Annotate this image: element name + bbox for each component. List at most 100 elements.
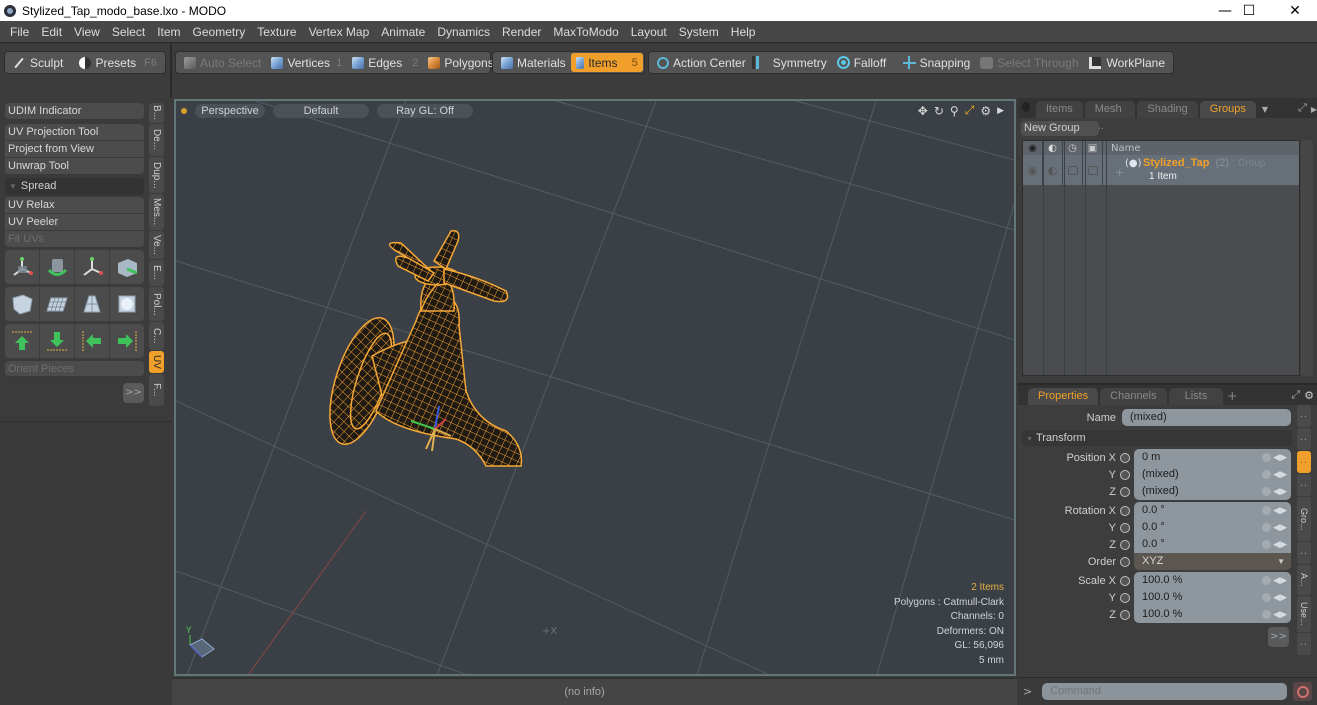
panel-menu-dot[interactable] — [1022, 101, 1030, 112]
uv-peeler-button[interactable]: UV Peeler — [5, 214, 144, 231]
uv-planar-tool[interactable] — [40, 287, 75, 321]
name-field[interactable]: (mixed) — [1122, 409, 1291, 426]
visibility-toggle[interactable]: ◉ — [1023, 155, 1043, 185]
lock-toggle[interactable] — [1063, 155, 1083, 185]
presets-button[interactable]: Presets F6 — [74, 53, 162, 72]
menu-vertex-map[interactable]: Vertex Map — [303, 25, 376, 39]
tab-shading[interactable]: Shading — [1137, 101, 1198, 118]
shading-style-dropdown[interactable]: Default — [273, 104, 369, 118]
vtab-uv[interactable]: UV — [149, 351, 164, 373]
tabs-dropdown-icon[interactable]: ▼ — [1262, 105, 1268, 114]
unwrap-tool-button[interactable]: Unwrap Tool — [5, 158, 144, 175]
snapping-button[interactable]: Snapping — [898, 53, 976, 72]
panel-expand-arrow-icon[interactable]: ▶ — [1311, 105, 1317, 114]
rvtab-6[interactable]: : — [1297, 542, 1311, 564]
view-type-dropdown[interactable]: Perspective — [195, 104, 265, 118]
uv-relax-button[interactable]: UV Relax — [5, 197, 144, 214]
rotation-order-dropdown[interactable]: XYZ ▼ — [1134, 553, 1291, 570]
vtab-deform[interactable]: De... — [149, 124, 164, 156]
tab-mesh[interactable]: Mesh ... — [1084, 101, 1136, 132]
position-x-field[interactable]: 0 m ◀▶ — [1134, 449, 1291, 466]
more-tools-button[interactable]: >> — [123, 383, 144, 403]
menu-view[interactable]: View — [68, 25, 106, 39]
raygl-toggle[interactable]: Ray GL: Off — [377, 104, 473, 118]
maximize-viewport-icon[interactable]: ⤢ — [965, 103, 975, 118]
uv-rotate-tool[interactable] — [40, 250, 75, 284]
rvtab-9[interactable]: : — [1297, 633, 1311, 655]
scale-x-keyframe-toggle[interactable] — [1120, 575, 1130, 586]
rotation-z-keyframe-toggle[interactable] — [1120, 539, 1130, 550]
scale-z-field[interactable]: 100.0 % ◀▶ — [1134, 606, 1291, 623]
vtab-duplicate[interactable]: Dup... — [149, 157, 164, 193]
vtab-curve[interactable]: C... — [149, 322, 164, 350]
uv-sphere-tool[interactable] — [110, 287, 144, 321]
rotation-y-keyframe-toggle[interactable] — [1120, 522, 1130, 533]
scale-y-keyframe-toggle[interactable] — [1120, 592, 1130, 603]
menu-system[interactable]: System — [673, 25, 725, 39]
expand-icon[interactable]: + — [1115, 166, 1124, 179]
menu-help[interactable]: Help — [725, 25, 762, 39]
tab-lists[interactable]: Lists — [1168, 388, 1224, 405]
vtab-edge[interactable]: E... — [149, 260, 164, 286]
menu-animate[interactable]: Animate — [375, 25, 431, 39]
position-z-keyframe-toggle[interactable] — [1120, 486, 1130, 497]
stop-record-button[interactable] — [1293, 682, 1313, 701]
3d-viewport[interactable]: +X Perspective Default Ray GL: Off ✥ ↻ ⚲… — [174, 99, 1016, 676]
align-right-button[interactable] — [110, 324, 144, 358]
menu-dynamics[interactable]: Dynamics — [431, 25, 496, 39]
orbit-icon[interactable]: ↻ — [934, 104, 944, 118]
lock-column[interactable]: ◷ — [1063, 141, 1083, 155]
expand-arrow-icon[interactable]: ▶ — [997, 106, 1004, 116]
menu-select[interactable]: Select — [106, 25, 151, 39]
tab-channels[interactable]: Channels — [1100, 388, 1167, 405]
render-column[interactable]: ◐ — [1043, 141, 1063, 155]
tap-model-wireframe[interactable] — [176, 101, 1016, 676]
rvtab-active[interactable]: : — [1297, 451, 1311, 473]
vertices-button[interactable]: Vertices 1 — [266, 53, 347, 72]
align-top-button[interactable] — [5, 324, 40, 358]
symmetry-button[interactable]: Symmetry — [751, 53, 832, 72]
rotation-x-keyframe-toggle[interactable] — [1120, 505, 1130, 516]
scale-z-keyframe-toggle[interactable] — [1120, 609, 1130, 620]
tab-properties[interactable]: Properties — [1028, 388, 1099, 405]
menu-layout[interactable]: Layout — [625, 25, 673, 39]
pan-icon[interactable]: ✥ — [918, 104, 928, 118]
udim-indicator-button[interactable]: UDIM Indicator — [5, 103, 144, 120]
rvtab-4[interactable]: : — [1297, 474, 1311, 496]
gear-icon[interactable]: ⚙ — [980, 104, 991, 118]
select-toggle[interactable] — [1083, 155, 1103, 185]
scale-y-field[interactable]: 100.0 % ◀▶ — [1134, 589, 1291, 606]
menu-edit[interactable]: Edit — [35, 25, 68, 39]
vtab-polygon[interactable]: Pol... — [149, 287, 164, 321]
rvtab-user[interactable]: Use... — [1297, 596, 1311, 632]
uv-move-tool[interactable] — [5, 250, 40, 284]
sculpt-button[interactable]: Sculpt — [8, 53, 74, 72]
group-name[interactable]: Stylized_Tap — [1143, 157, 1209, 169]
zoom-icon[interactable]: ⚲ — [950, 104, 959, 118]
tab-groups[interactable]: Groups — [1199, 101, 1256, 118]
vtab-vertex[interactable]: Ve... — [149, 231, 164, 259]
position-y-field[interactable]: (mixed) ◀▶ — [1134, 466, 1291, 483]
tab-items[interactable]: Items — [1035, 101, 1083, 118]
rvtab-2[interactable]: : — [1297, 428, 1311, 450]
order-keyframe-toggle[interactable] — [1120, 556, 1130, 567]
auto-select-button[interactable]: Auto Select — [179, 53, 266, 72]
menu-item[interactable]: Item — [151, 25, 186, 39]
position-x-keyframe-toggle[interactable] — [1120, 452, 1130, 463]
render-toggle[interactable]: ◐ — [1043, 155, 1063, 185]
vtab-fusion[interactable]: F... — [149, 374, 164, 406]
align-bottom-button[interactable] — [40, 324, 75, 358]
more-properties-button[interactable]: >> — [1268, 627, 1289, 647]
vtab-basic[interactable]: B... — [149, 103, 164, 123]
position-z-field[interactable]: (mixed) ◀▶ — [1134, 483, 1291, 500]
maximize-panel-icon[interactable]: ⤢ — [1298, 101, 1307, 115]
groups-scrollbar[interactable] — [1301, 140, 1313, 376]
falloff-button[interactable]: Falloff — [832, 53, 898, 72]
rvtab-groups[interactable]: Gro... — [1297, 497, 1311, 541]
orient-pieces-button[interactable]: Orient Pieces — [5, 361, 144, 377]
uv-scale-tool[interactable] — [75, 250, 110, 284]
scale-x-field[interactable]: 100.0 % ◀▶ — [1134, 572, 1291, 589]
select-column[interactable]: ▣ — [1083, 141, 1103, 155]
rotation-y-field[interactable]: 0.0 ° ◀▶ — [1134, 519, 1291, 536]
spread-section-header[interactable]: ▼ Spread — [5, 178, 144, 195]
